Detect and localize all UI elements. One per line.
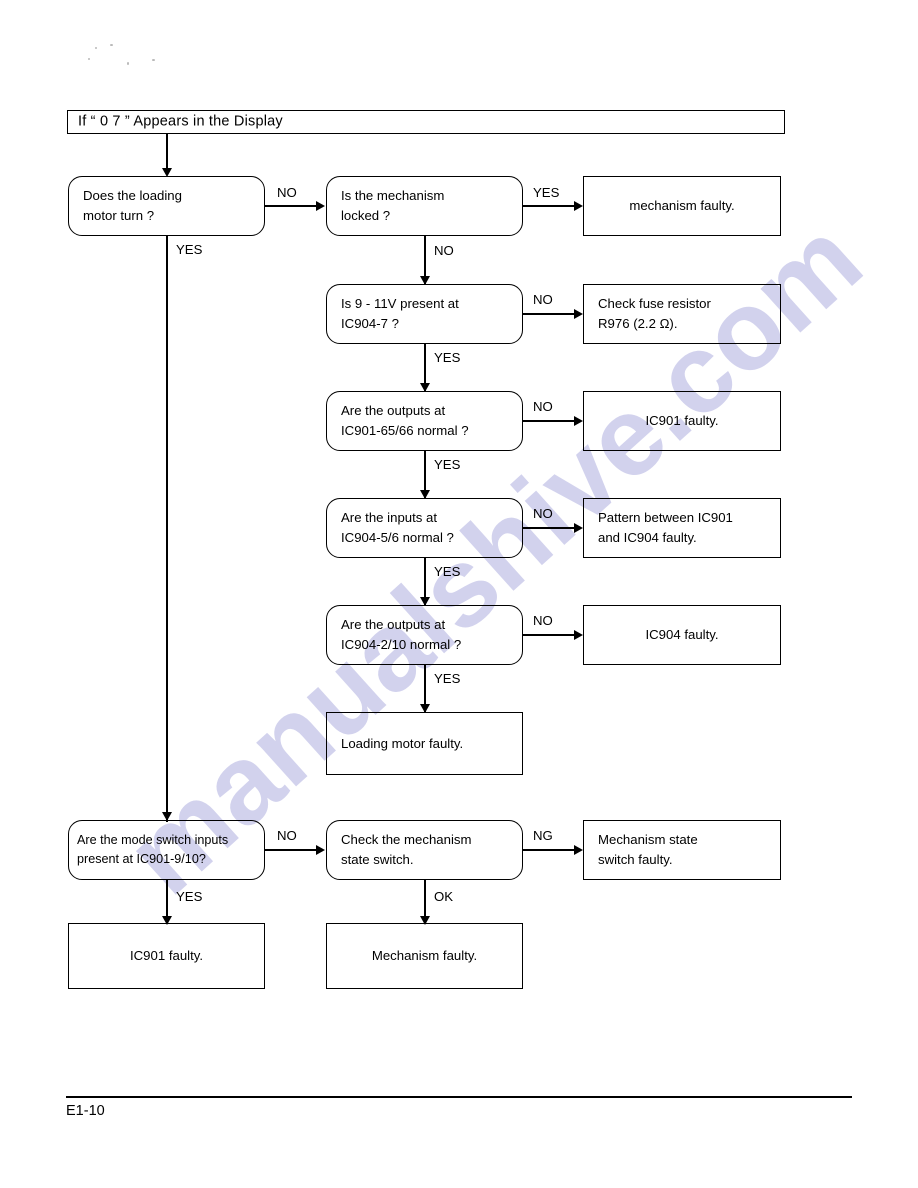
scan-artifact <box>152 59 155 61</box>
branch-label-no: NO <box>277 828 297 843</box>
node-check-mechanism-state-switch: Check the mechanism state switch. <box>326 820 523 880</box>
node-is-9-11v-present: Is 9 - 11V present at IC904-7 ? <box>326 284 523 344</box>
node-are-outputs-ic901-65-66: Are the outputs at IC901-65/66 normal ? <box>326 391 523 451</box>
branch-label-no: NO <box>533 292 553 307</box>
node-ic904-faulty: IC904 faulty. <box>583 605 781 665</box>
arrowhead-n10-to-n11 <box>574 630 583 640</box>
footer-page-number: E1-10 <box>66 1103 105 1119</box>
connector-title-to-n1 <box>166 134 168 170</box>
arrowhead-n1-to-n2 <box>316 201 325 211</box>
node-are-inputs-ic904-5-6: Are the inputs at IC904-5/6 normal ? <box>326 498 523 558</box>
branch-label-yes: YES <box>176 242 203 257</box>
node-ic901-faulty-mid: IC901 faulty. <box>583 391 781 451</box>
node-mechanism-state-switch-faulty: Mechanism state switch faulty. <box>583 820 781 880</box>
node-label: Loading motor faulty. <box>341 735 464 751</box>
arrowhead-n13-to-n14 <box>316 845 325 855</box>
arrowhead-n6-to-n7 <box>574 416 583 426</box>
branch-label-yes: YES <box>434 671 461 686</box>
branch-label-ok: OK <box>434 889 454 904</box>
node-label: IC901 faulty. <box>645 413 719 429</box>
branch-label-yes: YES <box>533 185 560 200</box>
connector-n13-to-n14 <box>265 849 318 851</box>
manual-page: manualshive.com If “ 0 7 ” Appears in th… <box>0 0 918 1188</box>
branch-label-no: NO <box>533 613 553 628</box>
node-label: Check the mechanism state switch. <box>341 832 472 867</box>
branch-label-no: NO <box>434 243 454 258</box>
arrowhead-n4-to-n5 <box>574 309 583 319</box>
node-are-outputs-ic904-2-10: Are the outputs at IC904-2/10 normal ? <box>326 605 523 665</box>
branch-label-ng: NG <box>533 828 553 843</box>
node-is-mechanism-locked: Is the mechanism locked ? <box>326 176 523 236</box>
node-label: Does the loading motor turn ? <box>83 188 182 223</box>
node-are-mode-switch-inputs: Are the mode switch inputs present at IC… <box>68 820 265 880</box>
node-check-fuse-resistor: Check fuse resistor R976 (2.2 Ω). <box>583 284 781 344</box>
connector-n1-to-n13 <box>166 236 168 822</box>
footer-rule <box>66 1096 852 1099</box>
node-loading-motor-faulty: Loading motor faulty. <box>326 712 523 775</box>
node-label: mechanism faulty. <box>629 198 735 214</box>
node-mechanism-faulty-bottom: Mechanism faulty. <box>326 923 523 989</box>
connector-n1-to-n2 <box>265 205 318 207</box>
node-pattern-between-ic901-ic904: Pattern between IC901 and IC904 faulty. <box>583 498 781 558</box>
arrowhead-n8-to-n9 <box>574 523 583 533</box>
node-label: Is the mechanism locked ? <box>341 188 445 223</box>
branch-label-yes: YES <box>176 889 203 904</box>
node-label: Check fuse resistor R976 (2.2 Ω). <box>598 296 711 331</box>
section-title-banner: If “ 0 7 ” Appears in the Display <box>67 110 785 134</box>
section-title-text: If “ 0 7 ” Appears in the Display <box>78 113 283 130</box>
node-mechanism-faulty-top: mechanism faulty. <box>583 176 781 236</box>
node-label: Are the outputs at IC904-2/10 normal ? <box>341 617 462 652</box>
scan-artifact <box>127 62 129 65</box>
branch-label-no: NO <box>277 185 297 200</box>
node-label: IC904 faulty. <box>645 627 719 643</box>
scan-artifact <box>88 58 90 60</box>
node-does-loading-motor-turn: Does the loading motor turn ? <box>68 176 265 236</box>
node-label: Are the outputs at IC901-65/66 normal ? <box>341 403 469 438</box>
node-label: Are the inputs at IC904-5/6 normal ? <box>341 510 454 545</box>
scan-artifact <box>95 47 97 49</box>
branch-label-no: NO <box>533 399 553 414</box>
node-ic901-faulty-bottom: IC901 faulty. <box>68 923 265 989</box>
node-label: IC901 faulty. <box>129 948 204 964</box>
arrowhead-n14-to-n15 <box>574 845 583 855</box>
connector-n14-to-n15 <box>523 849 576 851</box>
connector-n8-to-n9 <box>523 527 576 529</box>
node-label: Mechanism state switch faulty. <box>598 832 698 867</box>
scan-artifact <box>110 44 113 46</box>
branch-label-yes: YES <box>434 457 461 472</box>
connector-n6-to-n7 <box>523 420 576 422</box>
connector-n10-to-n11 <box>523 634 576 636</box>
arrowhead-n2-to-n3 <box>574 201 583 211</box>
node-label: Is 9 - 11V present at IC904-7 ? <box>341 296 459 331</box>
connector-n2-to-n3 <box>523 205 576 207</box>
branch-label-yes: YES <box>434 564 461 579</box>
node-label: Mechanism faulty. <box>371 948 478 964</box>
connector-n4-to-n5 <box>523 313 576 315</box>
branch-label-no: NO <box>533 506 553 521</box>
node-label: Are the mode switch inputs present at IC… <box>77 833 229 866</box>
branch-label-yes: YES <box>434 350 461 365</box>
node-label: Pattern between IC901 and IC904 faulty. <box>598 510 733 545</box>
